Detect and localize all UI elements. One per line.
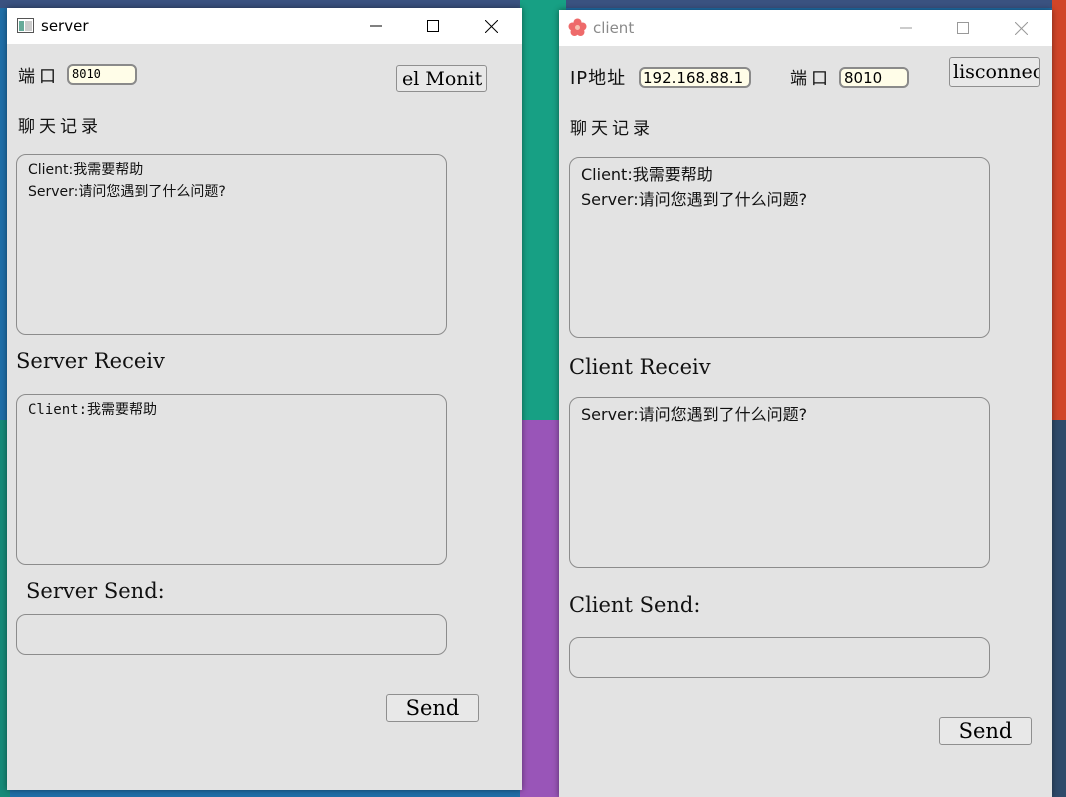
send-label: Server Send: xyxy=(26,579,165,603)
chat-history-box[interactable]: Client:我需要帮助 Server:请问您遇到了什么问题? xyxy=(569,157,990,338)
chat-history-label: 聊天记录 xyxy=(570,119,654,139)
disconnect-button[interactable]: lisconnec xyxy=(949,57,1040,87)
maximize-icon[interactable] xyxy=(940,10,986,46)
chat-history-label: 聊天记录 xyxy=(18,117,102,137)
server-window: server 端口 8010 el Monit 聊天记录 Client:我需要帮… xyxy=(7,8,522,790)
client-window: client IP地址 192.168.88.1 端口 8010 lisconn… xyxy=(559,10,1052,797)
ip-label: IP地址 xyxy=(570,68,627,89)
minimize-icon[interactable] xyxy=(353,8,399,44)
port-input[interactable]: 8010 xyxy=(67,64,137,85)
client-titlebar[interactable]: client xyxy=(559,10,1052,46)
receive-box[interactable]: Client:我需要帮助 xyxy=(16,394,447,565)
send-input[interactable] xyxy=(16,614,447,655)
history-line: Client:我需要帮助 xyxy=(28,162,144,178)
chat-history-box[interactable]: Client:我需要帮助 Server:请问您遇到了什么问题? xyxy=(16,154,447,335)
send-button[interactable]: Send xyxy=(386,694,479,722)
port-label: 端口 xyxy=(18,67,60,87)
minimize-icon[interactable] xyxy=(883,10,929,46)
app-window-icon xyxy=(17,18,34,37)
client-window-title: client xyxy=(593,19,635,37)
history-line: Server:请问您遇到了什么问题? xyxy=(28,184,226,200)
history-line: Server:请问您遇到了什么问题? xyxy=(581,190,808,209)
send-label: Client Send: xyxy=(569,593,701,617)
send-button[interactable]: Send xyxy=(939,717,1032,745)
server-titlebar[interactable]: server xyxy=(7,8,522,44)
flower-app-icon xyxy=(568,18,587,41)
history-line: Client:我需要帮助 xyxy=(581,165,713,184)
receive-box[interactable]: Server:请问您遇到了什么问题? xyxy=(569,397,990,568)
close-icon[interactable] xyxy=(998,10,1044,46)
send-input[interactable] xyxy=(569,637,990,678)
ip-input[interactable]: 192.168.88.1 xyxy=(639,67,751,88)
port-label: 端口 xyxy=(790,69,832,89)
receive-line: Server:请问您遇到了什么问题? xyxy=(581,405,808,424)
close-icon[interactable] xyxy=(468,8,514,44)
port-input[interactable]: 8010 xyxy=(839,67,909,88)
receive-line: Client:我需要帮助 xyxy=(28,402,158,418)
server-window-title: server xyxy=(41,17,89,35)
receive-label: Server Receiv xyxy=(16,349,165,373)
maximize-icon[interactable] xyxy=(410,8,456,44)
monitor-button[interactable]: el Monit xyxy=(396,65,487,92)
receive-label: Client Receiv xyxy=(569,355,711,379)
